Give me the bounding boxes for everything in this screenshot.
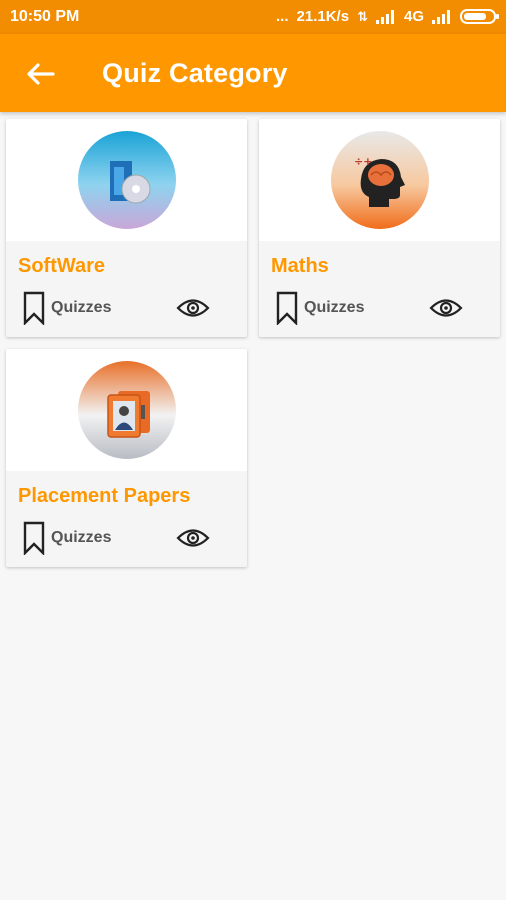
category-card-software[interactable]: SoftWare Quizzes <box>6 119 247 337</box>
status-time: 10:50 PM <box>10 8 80 25</box>
category-thumbnail <box>6 349 247 471</box>
bookmark-icon <box>276 291 298 325</box>
status-bar: 10:50 PM ... 21.1K/s ⇅ 4G <box>0 0 506 34</box>
view-eye-icon[interactable] <box>429 297 463 319</box>
category-name: Placement Papers <box>18 485 191 507</box>
category-card-placement-papers[interactable]: Placement Papers Quizzes <box>6 349 247 567</box>
quiz-meta: Quizzes <box>23 521 111 555</box>
view-eye-icon[interactable] <box>176 527 210 549</box>
quiz-meta: Quizzes <box>23 291 111 325</box>
network-speed: 21.1K/s <box>296 8 350 25</box>
battery-icon <box>460 9 499 24</box>
category-name: Maths <box>271 255 329 277</box>
bookmark-icon <box>23 521 45 555</box>
data-arrows-icon: ⇅ <box>357 8 368 24</box>
view-eye-icon[interactable] <box>176 297 210 319</box>
signal-icon <box>375 9 396 24</box>
arrow-left-icon <box>27 63 55 85</box>
signal-icon-2 <box>432 9 452 24</box>
software-box-cd-icon <box>77 131 176 229</box>
brain-head-icon: ÷+ <box>330 131 429 229</box>
network-type: 4G <box>403 8 424 25</box>
svg-text:÷+: ÷+ <box>354 155 372 168</box>
category-thumbnail <box>6 119 247 241</box>
quiz-label: Quizzes <box>51 299 112 316</box>
id-card-person-icon <box>77 361 176 459</box>
back-button[interactable] <box>18 54 62 94</box>
quiz-label: Quizzes <box>51 529 112 546</box>
status-dots: ... <box>276 8 289 25</box>
quiz-label: Quizzes <box>304 299 365 316</box>
app-bar: Quiz Category <box>0 34 506 112</box>
category-card-maths[interactable]: ÷+ Maths Quizzes <box>259 119 500 337</box>
page-title: Quiz Category <box>102 58 288 88</box>
category-thumbnail: ÷+ <box>259 119 500 241</box>
bookmark-icon <box>23 291 45 325</box>
category-name: SoftWare <box>18 255 106 277</box>
quiz-meta: Quizzes <box>276 291 364 325</box>
